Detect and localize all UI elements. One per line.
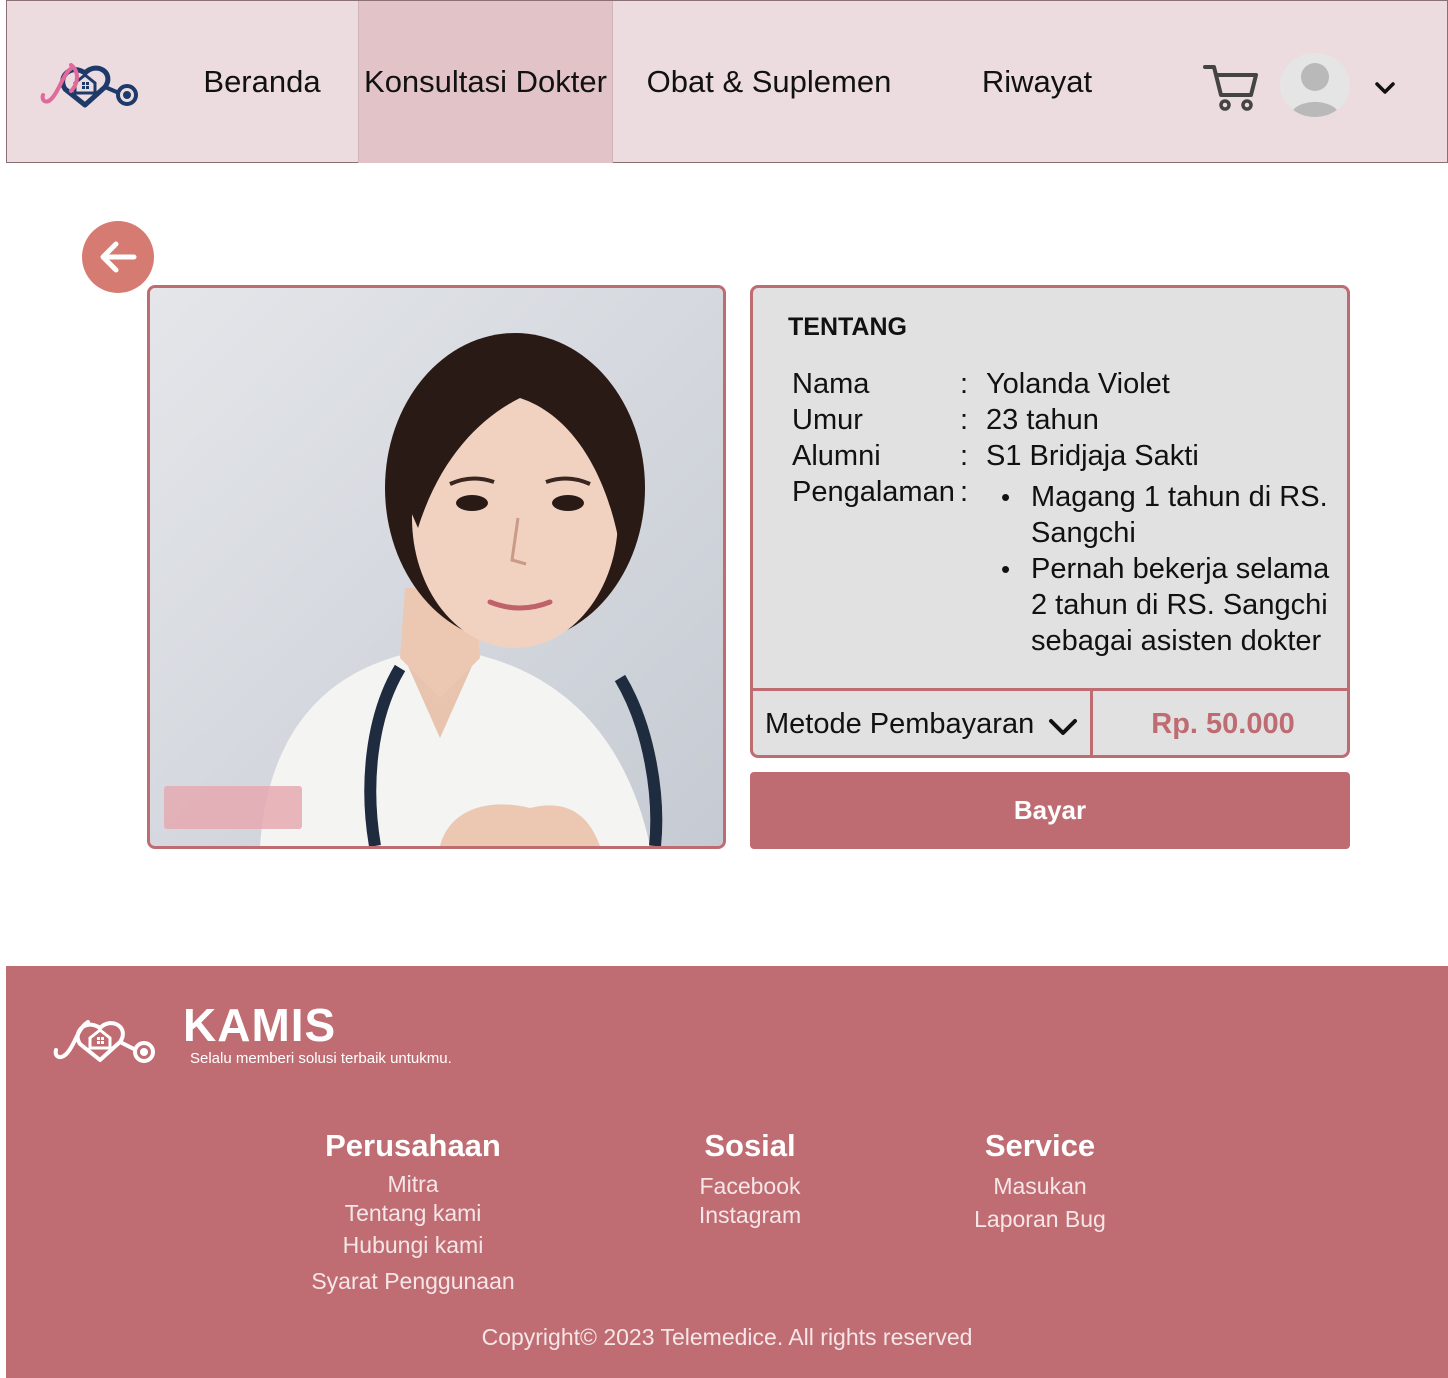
field-colon: : bbox=[960, 476, 969, 508]
doctor-photo bbox=[147, 285, 726, 849]
payment-method-label: Metode Pembayaran bbox=[765, 708, 1035, 740]
chevron-down-icon[interactable] bbox=[1373, 76, 1397, 100]
section-title: TENTANG bbox=[788, 313, 907, 341]
field-value-umur: 23 tahun bbox=[986, 404, 1099, 436]
back-button[interactable] bbox=[82, 221, 154, 293]
list-item: Pernah bekerja selama 2 tahun di RS. San… bbox=[1001, 551, 1346, 659]
nav-konsultasi-dokter[interactable]: Konsultasi Dokter bbox=[358, 1, 613, 163]
field-label-nama: Nama bbox=[792, 368, 870, 400]
user-icon bbox=[1290, 63, 1340, 117]
field-colon: : bbox=[960, 404, 969, 436]
footer-column-service: Service Masukan Laporan Bug bbox=[950, 1128, 1130, 1236]
field-colon: : bbox=[960, 368, 969, 400]
field-label-pengalaman: Pengalaman bbox=[792, 476, 955, 508]
arrow-left-icon bbox=[100, 241, 137, 273]
footer-column-perusahaan: Perusahaan Mitra Tentang kami Hubungi ka… bbox=[303, 1128, 523, 1300]
footer-link-masukan[interactable]: Masukan bbox=[950, 1170, 1130, 1202]
doctor-portrait bbox=[150, 288, 723, 846]
footer-link-instagram[interactable]: Instagram bbox=[670, 1202, 830, 1228]
field-colon: : bbox=[960, 440, 969, 472]
avatar[interactable] bbox=[1280, 53, 1350, 117]
navbar: Beranda Konsultasi Dokter Obat & Supleme… bbox=[6, 0, 1448, 163]
footer-link-facebook[interactable]: Facebook bbox=[670, 1170, 830, 1202]
footer-column-sosial: Sosial Facebook Instagram bbox=[670, 1128, 830, 1228]
doctor-info-card: TENTANG Nama : Yolanda Violet Umur : 23 … bbox=[750, 285, 1350, 758]
logo-icon[interactable] bbox=[35, 53, 139, 117]
pay-button[interactable]: Bayar bbox=[750, 772, 1350, 849]
price-label: Rp. 50.000 bbox=[1151, 708, 1295, 740]
experience-list: Magang 1 tahun di RS. Sangchi Pernah bek… bbox=[1001, 479, 1346, 659]
footer-link-syarat-penggunaan[interactable]: Syarat Penggunaan bbox=[303, 1262, 523, 1300]
nav-beranda[interactable]: Beranda bbox=[187, 1, 337, 163]
payment-method-dropdown[interactable]: Metode Pembayaran bbox=[753, 691, 1093, 755]
list-item: Magang 1 tahun di RS. Sangchi bbox=[1001, 479, 1346, 551]
footer-link-mitra[interactable]: Mitra bbox=[303, 1170, 523, 1198]
footer-link-tentang-kami[interactable]: Tentang kami bbox=[303, 1198, 523, 1228]
field-value-nama: Yolanda Violet bbox=[986, 368, 1170, 400]
footer: KAMIS Selalu memberi solusi terbaik untu… bbox=[6, 966, 1448, 1378]
field-value-alumni: S1 Bridjaja Sakti bbox=[986, 440, 1199, 472]
nav-riwayat[interactable]: Riwayat bbox=[957, 1, 1117, 163]
chevron-down-icon bbox=[1049, 719, 1077, 735]
cart-icon[interactable] bbox=[1203, 61, 1259, 113]
footer-column-title: Perusahaan bbox=[325, 1128, 501, 1163]
payment-row: Metode Pembayaran Rp. 50.000 bbox=[753, 688, 1347, 755]
copyright: Copyright© 2023 Telemedice. All rights r… bbox=[481, 1324, 973, 1350]
footer-column-title: Sosial bbox=[704, 1128, 796, 1163]
footer-column-title: Service bbox=[984, 1128, 1096, 1163]
field-label-alumni: Alumni bbox=[792, 440, 881, 472]
footer-link-laporan-bug[interactable]: Laporan Bug bbox=[950, 1202, 1130, 1236]
logo-icon bbox=[53, 1020, 155, 1063]
field-label-umur: Umur bbox=[792, 404, 863, 436]
photo-label-placeholder bbox=[164, 786, 302, 829]
nav-obat-suplemen[interactable]: Obat & Suplemen bbox=[629, 1, 909, 163]
footer-link-hubungi-kami[interactable]: Hubungi kami bbox=[303, 1228, 523, 1262]
brand-tagline: Selalu memberi solusi terbaik untukmu. bbox=[190, 1050, 452, 1067]
brand-name: KAMIS bbox=[183, 999, 337, 1051]
